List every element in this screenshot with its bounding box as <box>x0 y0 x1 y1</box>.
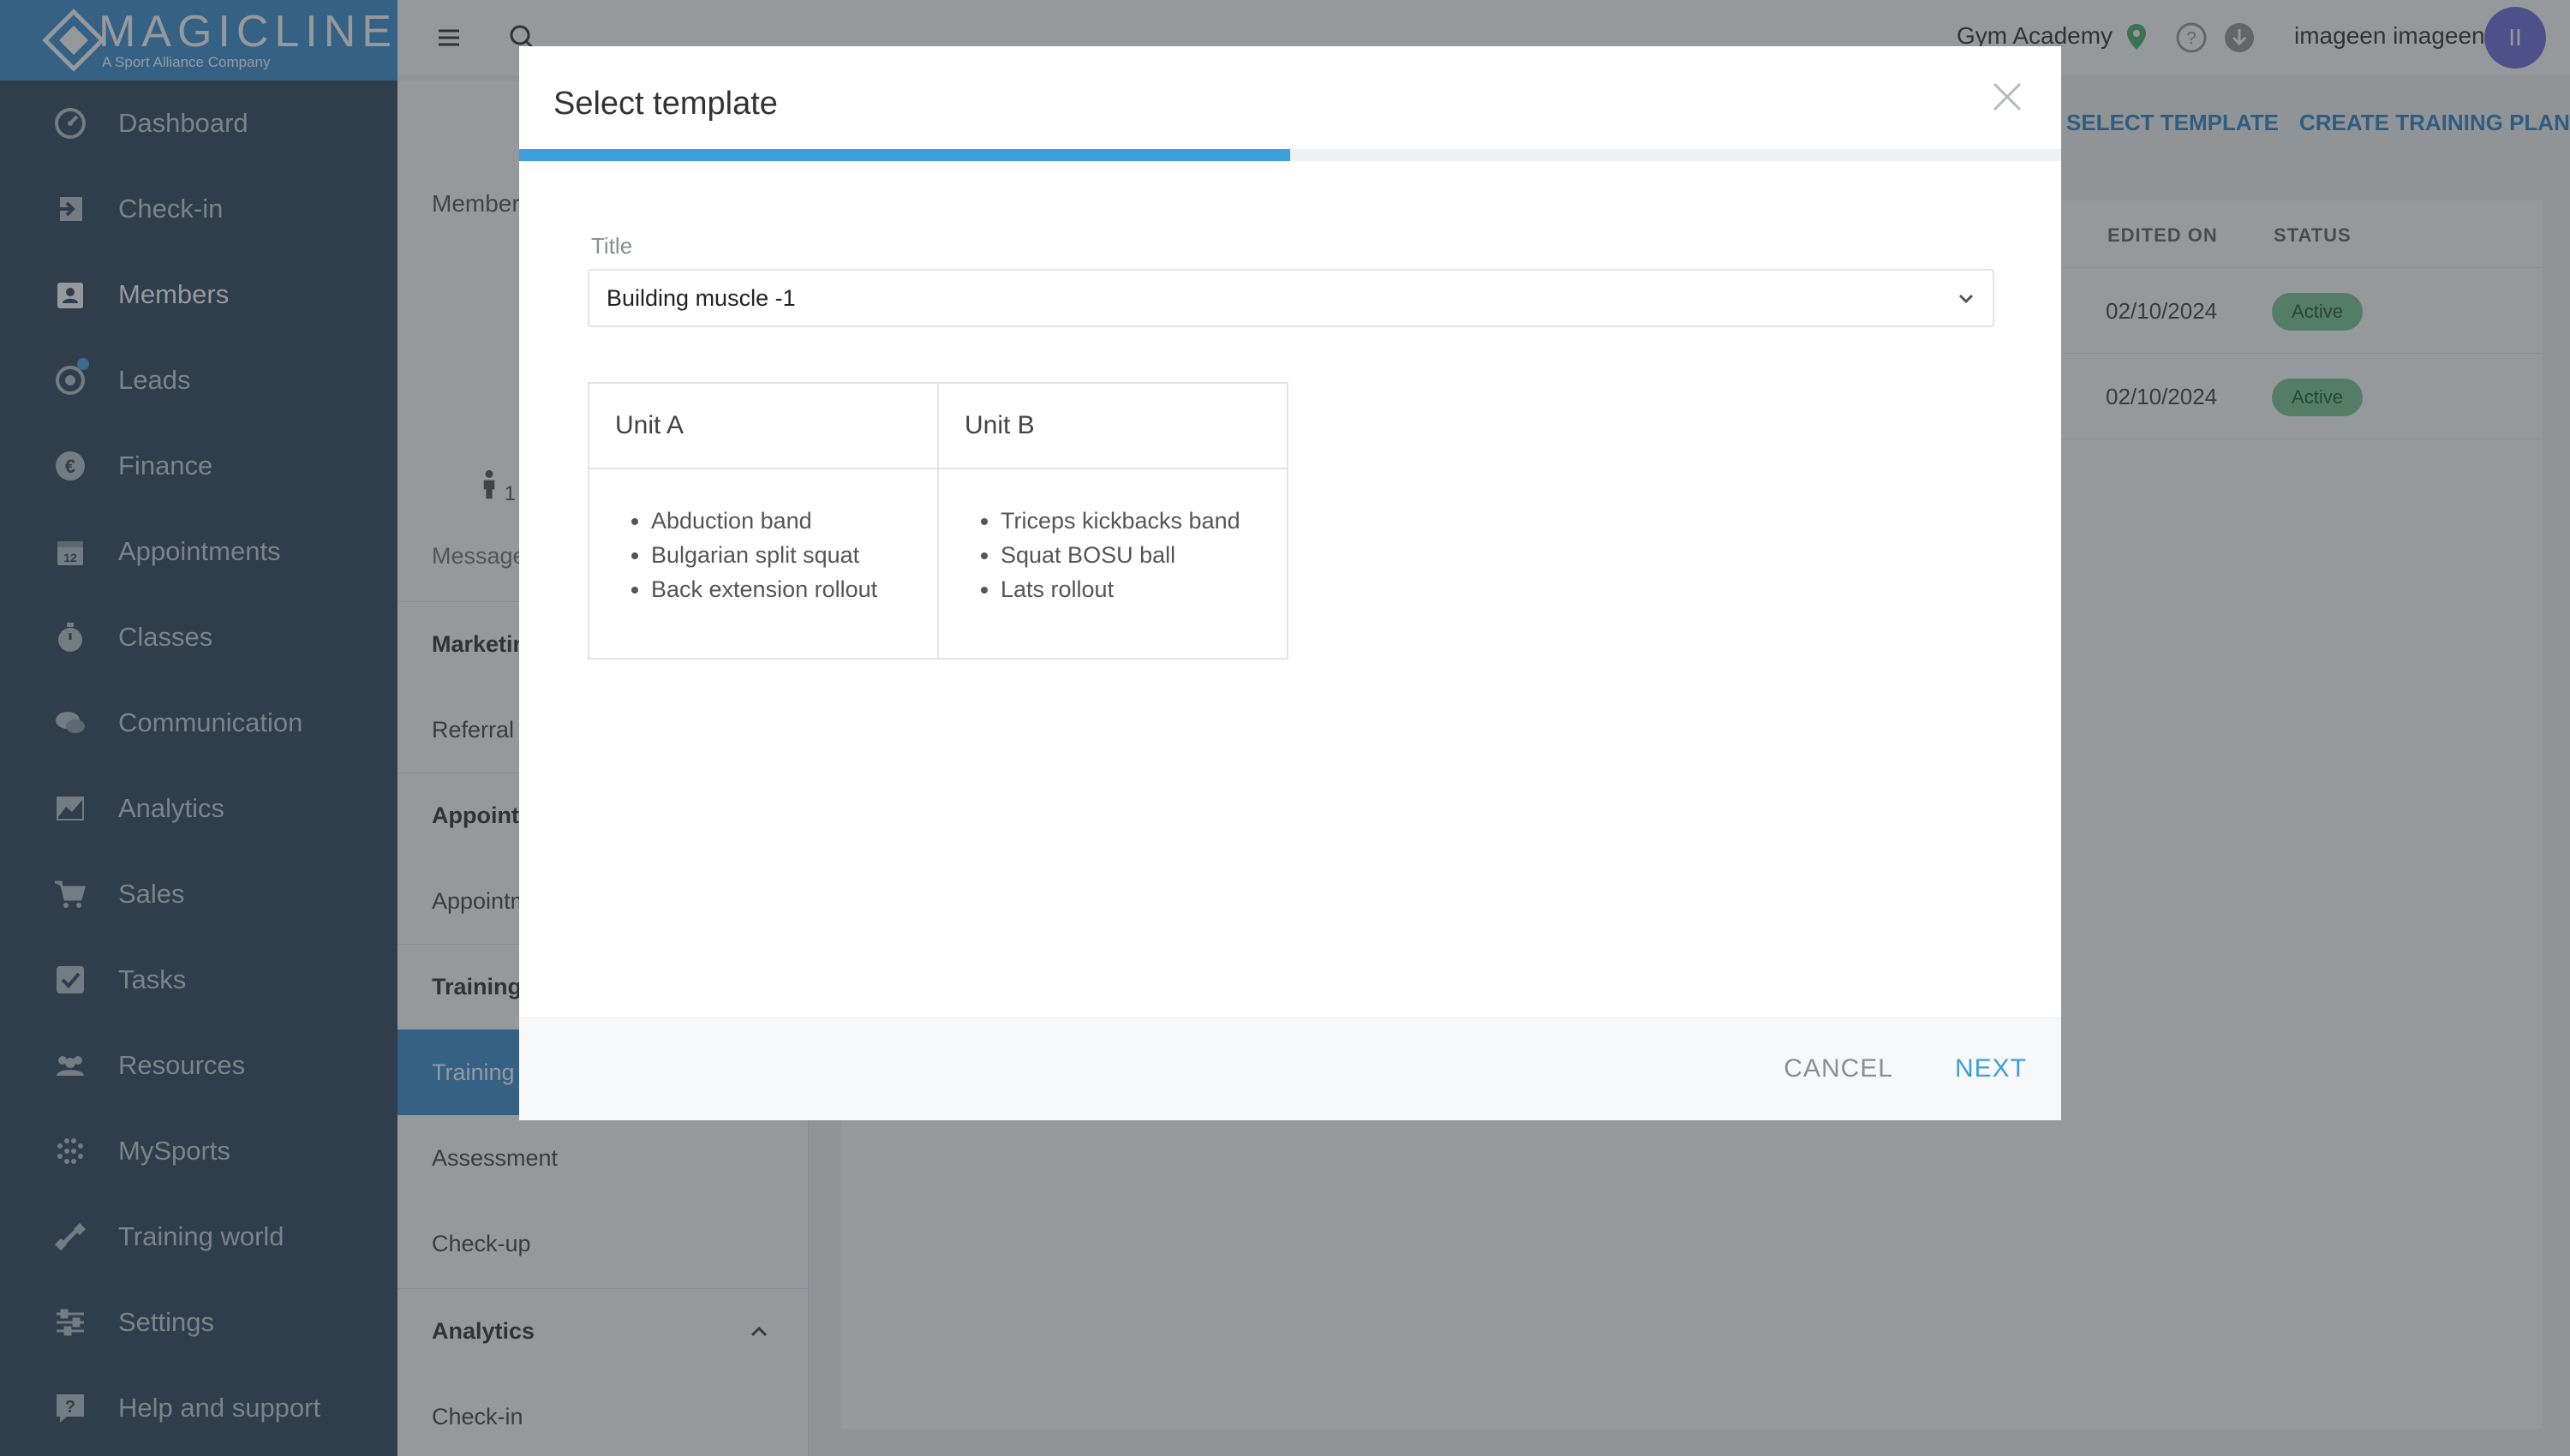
unit-card: Unit B Triceps kickbacks band Squat BOSU… <box>937 382 1288 659</box>
title-label: Title <box>591 233 633 259</box>
step-progress-fill <box>519 149 1290 161</box>
select-template-dialog: Select template Title Building muscle -1… <box>519 46 2061 1120</box>
template-select-value: Building muscle -1 <box>607 284 796 311</box>
close-icon[interactable] <box>1989 79 2025 115</box>
exercise-list: Triceps kickbacks band Squat BOSU ball L… <box>939 469 1287 606</box>
unit-name: Unit A <box>589 384 937 469</box>
unit-card: Unit A Abduction band Bulgarian split sq… <box>588 382 939 659</box>
unit-preview: Unit A Abduction band Bulgarian split sq… <box>588 382 1288 659</box>
unit-name: Unit B <box>939 384 1287 469</box>
list-item: Triceps kickbacks band <box>1001 504 1287 538</box>
list-item: Bulgarian split squat <box>651 538 937 572</box>
cancel-button[interactable]: CANCEL <box>1784 1054 1893 1083</box>
list-item: Squat BOSU ball <box>1001 538 1287 572</box>
dialog-title: Select template <box>553 86 778 122</box>
step-progress-bar <box>519 149 2061 161</box>
dialog-footer: CANCEL NEXT <box>519 1017 2061 1120</box>
chevron-down-icon <box>1958 294 1974 304</box>
list-item: Back extension rollout <box>651 572 937 606</box>
list-item: Abduction band <box>651 504 937 538</box>
next-button[interactable]: NEXT <box>1955 1054 2027 1083</box>
exercise-list: Abduction band Bulgarian split squat Bac… <box>589 469 937 606</box>
template-select[interactable]: Building muscle -1 <box>588 269 1994 327</box>
list-item: Lats rollout <box>1001 572 1287 606</box>
